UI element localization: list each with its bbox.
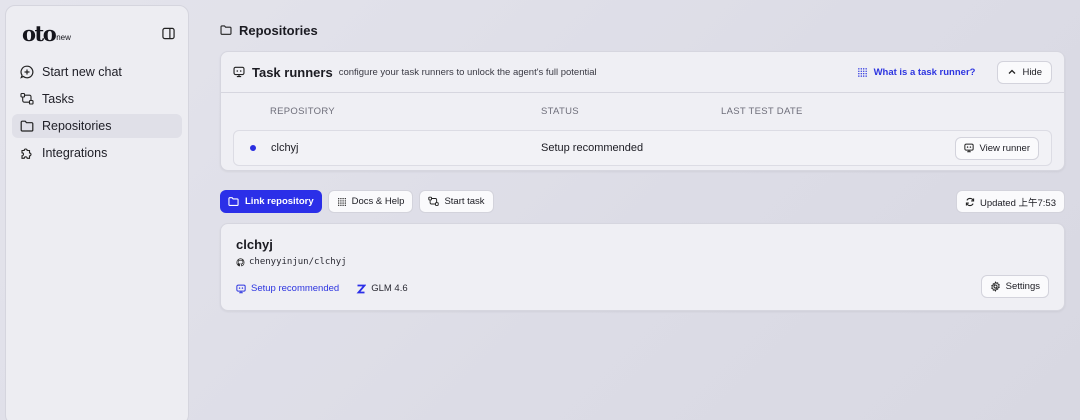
folder-icon — [220, 25, 232, 35]
link-repository-button[interactable]: Link repository — [220, 190, 322, 213]
runner-icon — [233, 66, 245, 78]
task-runners-table: REPOSITORY STATUS LAST TEST DATE clchyj … — [221, 93, 1064, 166]
task-runners-title: Task runners — [252, 64, 333, 80]
repository-name: clchyj — [236, 237, 273, 252]
logo-sub-text: new — [56, 32, 71, 42]
start-task-button[interactable]: Start task — [419, 190, 494, 213]
repository-path[interactable]: chenyyinjun/clchyj — [236, 257, 1049, 267]
sidebar-header: oto new — [12, 20, 182, 46]
refresh-button[interactable]: Updated 上午7:53 — [955, 190, 1065, 213]
sidebar-item-label: Tasks — [42, 92, 74, 106]
settings-button[interactable]: Settings — [980, 275, 1049, 298]
task-runners-subtitle: configure your task runners to unlock th… — [338, 66, 597, 78]
hide-button-label: Hide — [1022, 66, 1042, 78]
view-runner-button[interactable]: View runner — [955, 136, 1039, 160]
folder-icon — [20, 120, 34, 132]
cell-repository: clchyj — [271, 142, 299, 154]
model-name: GLM 4.6 — [371, 283, 408, 294]
status-dot — [250, 145, 256, 151]
column-header-status: STATUS — [541, 106, 579, 117]
link-repository-label: Link repository — [245, 196, 314, 207]
start-task-label: Start task — [444, 196, 485, 207]
sidebar-item-label: Start new chat — [42, 65, 122, 79]
column-header-repository: REPOSITORY — [270, 106, 335, 117]
sidebar: oto new Start new chat Tasks Repositorie… — [5, 5, 189, 420]
sidebar-item-label: Integrations — [42, 146, 108, 160]
sidebar-nav: Start new chat Tasks Repositories Integr… — [12, 60, 182, 165]
github-icon — [236, 257, 245, 266]
refresh-icon — [965, 197, 975, 206]
setup-recommended-label: Setup recommended — [251, 283, 340, 294]
puzzle-icon — [21, 148, 32, 159]
updated-label: Updated 上午7:53 — [979, 197, 1056, 209]
runner-icon — [236, 284, 246, 293]
table-header: REPOSITORY STATUS LAST TEST DATE — [233, 93, 1052, 130]
what-is-task-runner-label: What is a task runner? — [873, 66, 976, 78]
task-runners-header: Task runners configure your task runners… — [221, 52, 1064, 93]
chat-plus-icon — [20, 65, 34, 79]
repositories-toolbar: Link repository Docs & Help Start task U… — [220, 190, 1065, 213]
docs-help-button[interactable]: Docs & Help — [327, 190, 414, 213]
grid-dots-icon — [337, 197, 346, 206]
grid-dots-icon — [857, 67, 867, 77]
logo-main-text: oto — [22, 20, 57, 46]
gear-icon — [990, 281, 1000, 292]
sidebar-item-integrations[interactable]: Integrations — [12, 141, 182, 165]
setup-recommended-link[interactable]: Setup recommended — [236, 283, 339, 294]
folder-icon — [228, 197, 239, 206]
sidebar-item-label: Repositories — [42, 119, 112, 133]
tasks-icon — [20, 92, 34, 105]
repository-meta: Setup recommended GLM 4.6 — [236, 283, 1049, 294]
table-row: clchyj Setup recommended View runner — [233, 130, 1052, 166]
cell-status: Setup recommended — [541, 142, 644, 154]
main-content: Repositories Task runners configure your… — [220, 0, 1065, 311]
chevron-up-icon — [1008, 69, 1016, 74]
tasks-icon — [428, 196, 440, 206]
settings-label: Settings — [1005, 281, 1040, 292]
page-header: Repositories — [220, 22, 1065, 38]
model-badge: GLM 4.6 — [356, 283, 408, 294]
task-runners-panel: Task runners configure your task runners… — [220, 51, 1065, 171]
sidebar-item-start-new-chat[interactable]: Start new chat — [12, 60, 182, 84]
hide-button[interactable]: Hide — [997, 60, 1052, 84]
sidebar-toggle-icon — [161, 27, 175, 39]
zhipu-logo-icon — [356, 284, 367, 293]
what-is-task-runner-link[interactable]: What is a task runner? — [857, 66, 976, 78]
sidebar-item-repositories[interactable]: Repositories — [12, 114, 182, 138]
logo[interactable]: oto new — [22, 23, 71, 44]
sidebar-item-tasks[interactable]: Tasks — [12, 87, 182, 111]
runner-icon — [964, 143, 975, 153]
column-header-last-test-date: LAST TEST DATE — [721, 106, 803, 117]
view-runner-label: View runner — [979, 142, 1030, 154]
repository-card[interactable]: clchyj chenyyinjun/clchyj Setup recommen… — [220, 223, 1065, 311]
page-title: Repositories — [239, 22, 318, 38]
toggle-sidebar-button[interactable] — [160, 25, 176, 41]
repository-path-text: chenyyinjun/clchyj — [249, 257, 347, 267]
docs-help-label: Docs & Help — [351, 196, 405, 207]
